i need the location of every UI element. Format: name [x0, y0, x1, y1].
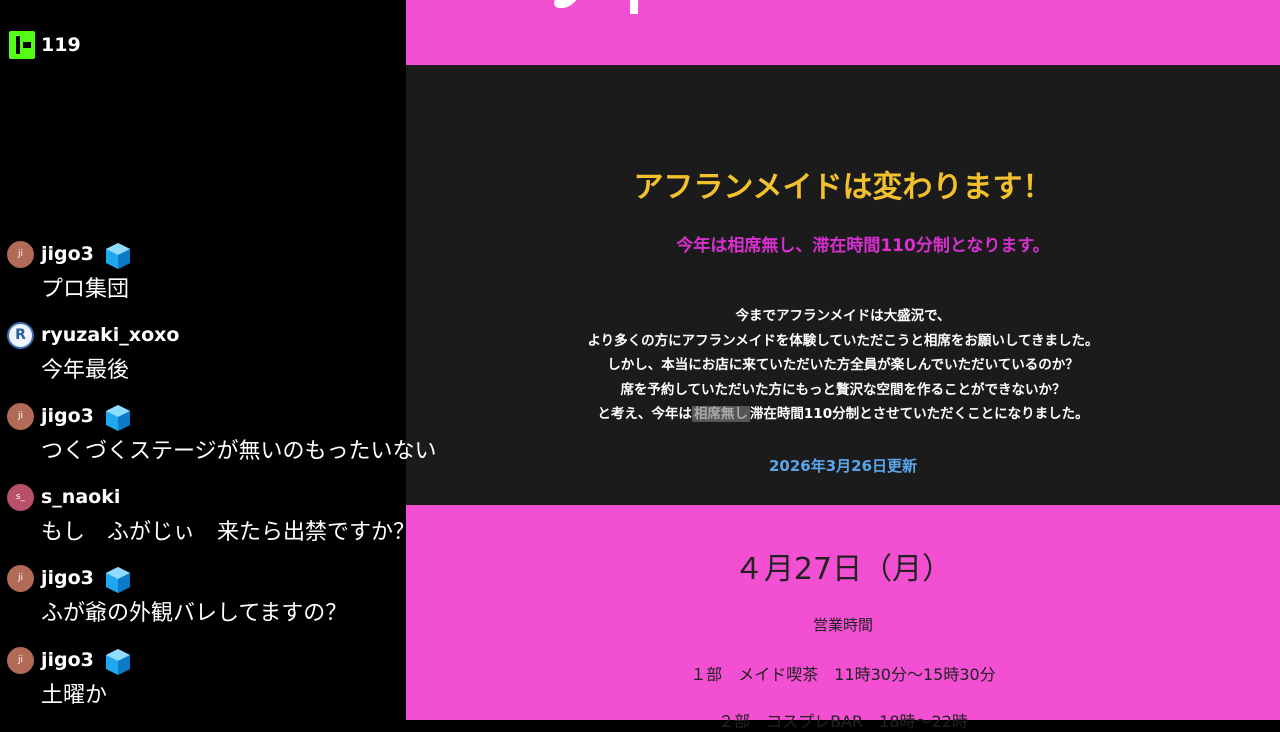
chat-overlay: 119 ji jigo3 プロ集団 R ryuzaki_xoxo 今年最後 ji… [0, 0, 437, 720]
chat-username[interactable]: ryuzaki_xoxo [41, 324, 179, 346]
schedule-section [406, 505, 1280, 720]
page-content: アフランメイドは変わります！ 今年は相席無し、滞在時間110分制となります。 今… [406, 0, 1280, 731]
schedule-part-1: １部 メイド喫茶 11時30分～15時30分 [690, 665, 996, 684]
avatar[interactable]: ji [7, 564, 34, 592]
chat-username[interactable]: jigo3 [41, 567, 94, 589]
avatar[interactable]: ji [7, 402, 34, 430]
chat-message: ji jigo3 プロ集団 [0, 239, 520, 303]
diamond-cube-badge-icon [103, 403, 130, 431]
chat-message-text: つくづくステージが無いのもったいない [41, 439, 437, 464]
body-line: しかし、本当にお店に来ていただいた方全員が楽しんでいただいているのか？ [607, 357, 1079, 373]
avatar[interactable]: s_ [7, 483, 34, 511]
diamond-cube-badge-icon [103, 647, 130, 675]
body-text: 滞在時間110分制とさせていただくことになりました。 [749, 406, 1089, 422]
chat-message-text: 今年最後 [41, 358, 130, 383]
chat-username[interactable]: jigo3 [41, 243, 94, 265]
body-line: と考え、今年は 相席無し 滞在時間110分制とさせていただくことになりました。 [406, 402, 1280, 427]
schedule-part-2: ２部 コスプレBAR 18時～22時 [718, 712, 968, 731]
chat-username[interactable]: jigo3 [41, 649, 94, 671]
chat-message: ji jigo3 土曜か [0, 645, 520, 709]
chat-message-text: ふが爺の外観バレしてますの？ [41, 601, 348, 626]
chat-message-text: 土曜か [41, 683, 108, 708]
chat-username[interactable]: s_naoki [41, 486, 120, 508]
chat-username[interactable]: jigo3 [41, 405, 94, 427]
viewer-count: 119 [41, 34, 81, 56]
updated-date: 2026年3月26日更新 [768, 457, 918, 475]
avatar[interactable]: R [7, 321, 34, 349]
chat-message-text: プロ集団 [41, 277, 130, 302]
viewer-counter: 119 [9, 31, 81, 59]
event-date: ４月27日（月） [733, 552, 953, 587]
chat-message: ji jigo3 ふが爺の外観バレしてますの？ [0, 563, 520, 627]
announcement-headline: アフランメイドは変わります！ [633, 170, 1053, 205]
kick-logo-icon [9, 31, 35, 59]
body-line: 席を予約していただいた方にもっと贅沢な空間を作ることができないか？ [620, 381, 1066, 398]
chat-message: s_ s_naoki もし ふがじぃ 来たら出禁ですか？ [0, 482, 520, 546]
announcement-subhead: 今年は相席無し、滞在時間110分制となります。 [676, 236, 1050, 256]
announcement-body: 今までアフランメイドは大盛況で、 より多くの方にアフランメイドを体験していただこ… [406, 304, 1280, 427]
chat-message: ji jigo3 つくづくステージが無いのもったいない [0, 401, 520, 465]
body-text: と考え、今年は [597, 406, 692, 422]
chat-message: R ryuzaki_xoxo 今年最後 [0, 320, 520, 384]
body-line: 今までアフランメイドは大盛況で、 [735, 308, 951, 324]
chat-message-text: もし ふがじぃ 来たら出禁ですか？ [41, 520, 416, 545]
business-hours-label: 営業時間 [812, 616, 873, 634]
highlighted-text: 相席無し [691, 406, 750, 422]
avatar[interactable]: ji [7, 646, 34, 674]
avatar[interactable]: ji [7, 240, 34, 268]
diamond-cube-badge-icon [103, 241, 130, 269]
diamond-cube-badge-icon [103, 565, 130, 593]
body-line: より多くの方にアフランメイドを体験していただこうと相席をお願いしてきました。 [587, 332, 1099, 349]
